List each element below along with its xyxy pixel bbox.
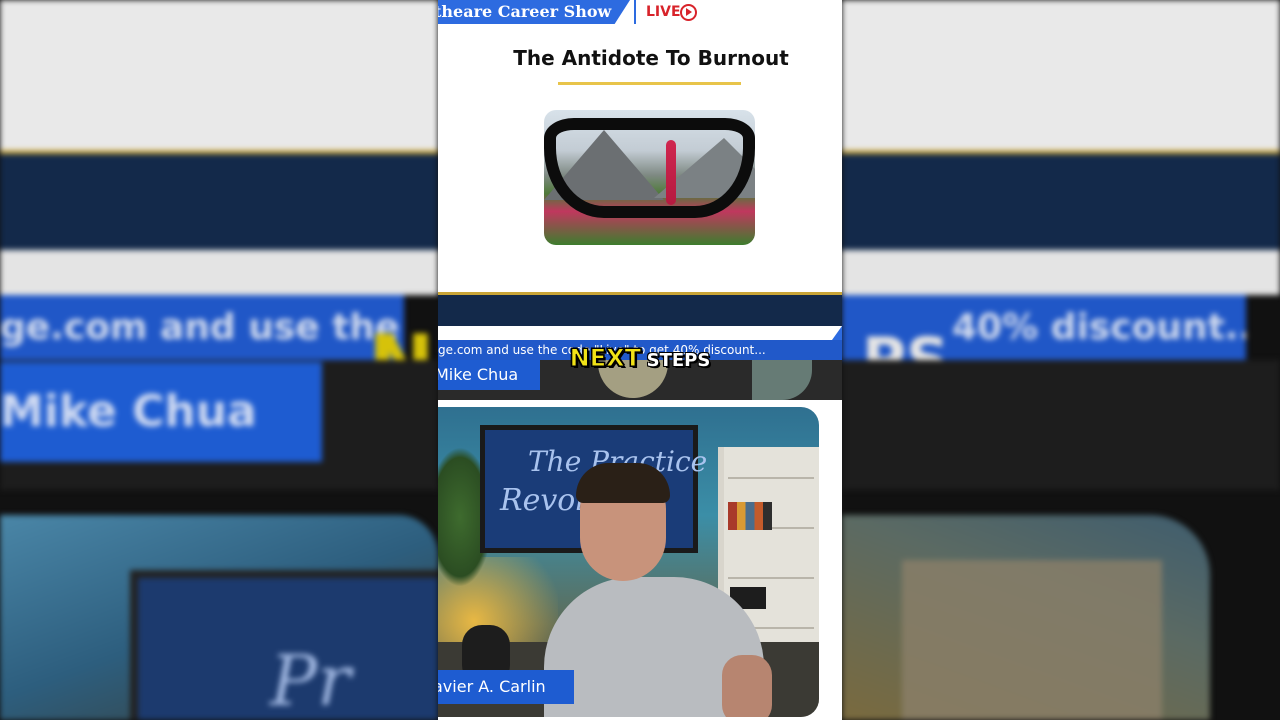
bg-ticker-text: ge.com and use the [0, 307, 400, 348]
promo-ticker-text: ge.com and use the code "Live" to get 40… [438, 343, 766, 357]
slide-title: The Antidote To Burnout [513, 46, 789, 70]
background-right-blur: 40% discount... PS [842, 0, 1280, 720]
shelf-row [728, 477, 814, 479]
video-frame[interactable]: theare Career Show LIVE The Antidote To … [438, 0, 842, 720]
guest-hair [576, 463, 670, 503]
host-name-tag: Mike Chua [438, 360, 540, 390]
bg-navy-band [842, 150, 1280, 254]
bg-shelf [902, 560, 1162, 720]
guest-name: avier A. Carlin [438, 677, 546, 696]
bg-dark-band [842, 360, 1280, 490]
bg-ticker: ge.com and use the [0, 295, 404, 360]
top-bar: theare Career Show LIVE [438, 0, 842, 24]
promo-ticker: ge.com and use the code "Live" to get 40… [438, 340, 842, 360]
bg-slide-area [0, 0, 438, 150]
live-badge: LIVE [634, 0, 716, 24]
title-underline [558, 82, 741, 85]
bg-tv-text: Pr [270, 640, 351, 720]
lamp-glow [598, 360, 668, 398]
white-divider [438, 326, 842, 340]
bg-white-band [842, 250, 1280, 295]
show-title-banner: theare Career Show [438, 0, 630, 24]
navy-divider-band [438, 292, 842, 329]
bg-host-name-tag: Mike Chua [0, 362, 322, 462]
bg-white-band [0, 250, 438, 295]
books [728, 502, 772, 530]
live-label: LIVE [646, 4, 681, 20]
host-name: Mike Chua [438, 365, 519, 384]
glasses-landscape-image [544, 110, 755, 245]
background-left-blur: ge.com and use the N Mike Chua Pr [0, 0, 438, 720]
bg-slide-area [842, 0, 1280, 150]
bg-navy-band [0, 150, 438, 254]
shelf-row [728, 577, 814, 579]
teal-wall [752, 360, 812, 400]
guest-name-tag: avier A. Carlin [438, 670, 574, 704]
eyeglasses-frame [544, 118, 755, 218]
show-title: theare Career Show [438, 2, 612, 21]
bg-ticker-text: 40% discount... [952, 307, 1246, 348]
guest-arm [722, 655, 772, 717]
play-circle-icon [680, 4, 697, 21]
